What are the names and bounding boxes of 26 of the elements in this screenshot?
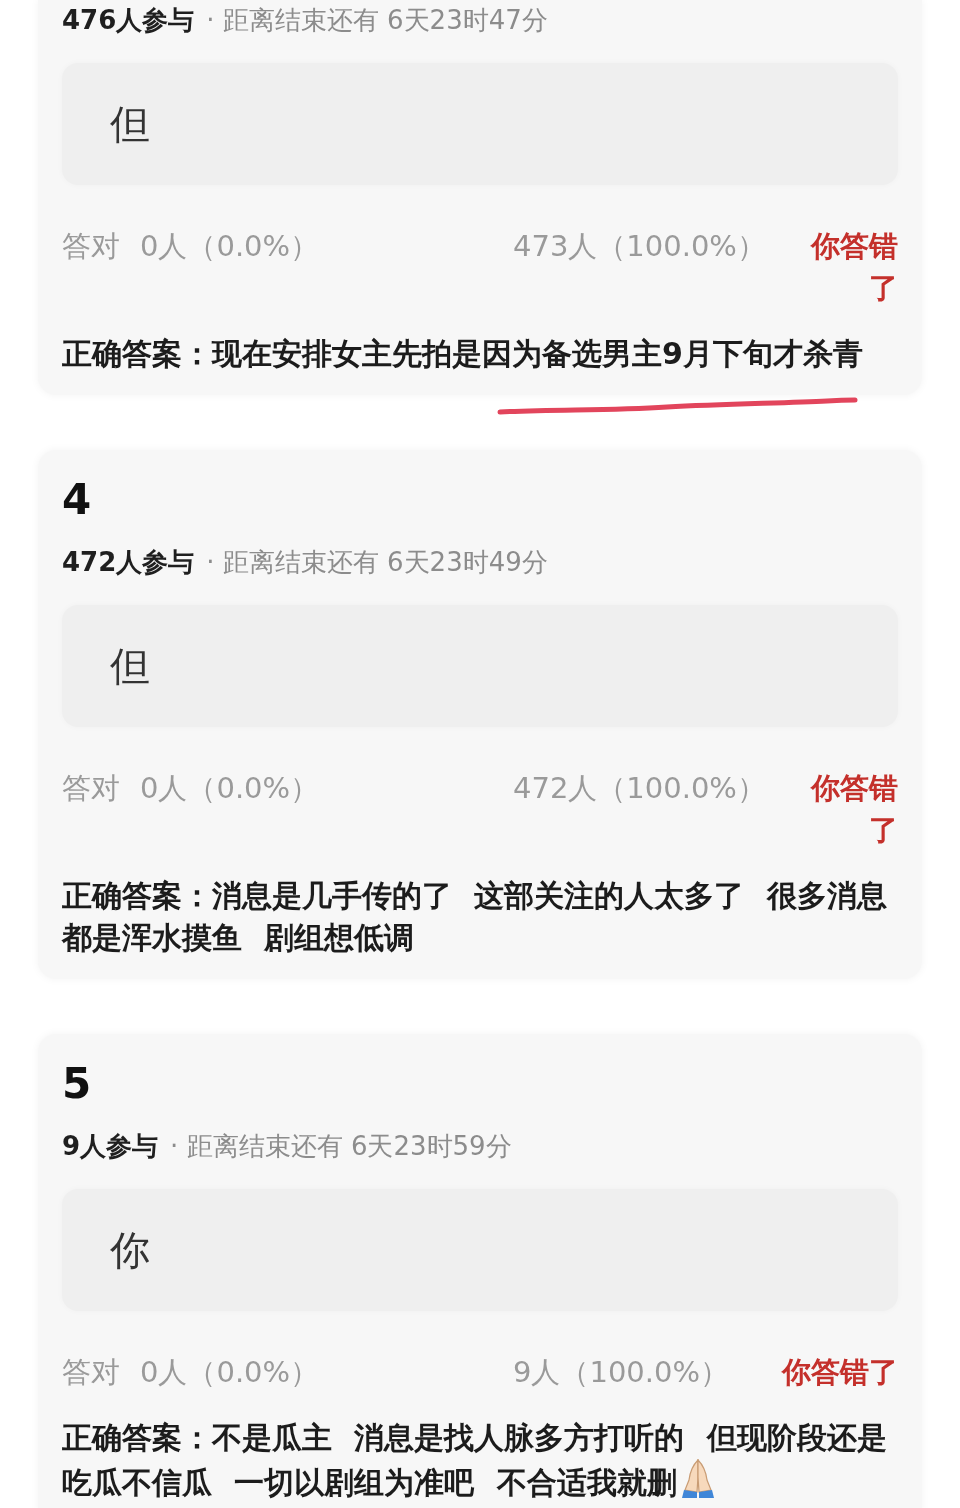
answer-count: 9人（100.0%） (513, 1354, 730, 1391)
verdict-text: 你答错了 (809, 228, 898, 307)
verdict-text: 你答错了 (780, 1354, 898, 1391)
question-number: 5 (62, 1062, 93, 1106)
correct-answer-text: 正确答案：不是瓜主 消息是找人脉多方打听的 但现阶段还是吃瓜不信瓜 一切以剧组为准吧 不合适我就删 (62, 1420, 887, 1500)
answer-option: 你 (62, 1189, 898, 1311)
answer-option: 但 (62, 63, 898, 185)
correct-count: 0人（0.0%） (140, 228, 320, 265)
answer-count: 473人（100.0%） (513, 228, 766, 265)
participant-count: 472人参与 (62, 546, 195, 579)
correct-answer-text: 正确答案：消息是几手传的了 这部关注的人太多了 很多消息都是浑水摸鱼 剧组想低调 (62, 878, 887, 955)
answer-option: 但 (62, 605, 898, 727)
participant-count: 9人参与 (62, 1130, 159, 1163)
correct-count: 0人（0.0%） (140, 770, 320, 807)
participant-count: 476人参与 (62, 4, 195, 37)
deadline-text: · 距离结束还有 6天23时59分 (170, 1130, 512, 1163)
verdict-text: 你答错了 (809, 770, 898, 849)
correct-count: 0人（0.0%） (140, 1354, 320, 1391)
correct-label: 答对 (62, 1354, 120, 1391)
question-number: 4 (62, 478, 93, 522)
correct-label: 答对 (62, 770, 120, 807)
deadline-text: · 距离结束还有 6天23时49分 (206, 546, 548, 579)
correct-answer-text: 正确答案：现在安排女主先拍是因为备选男主9月下旬才杀青 (62, 336, 863, 371)
answer-count: 472人（100.0%） (513, 770, 766, 807)
correct-label: 答对 (62, 228, 120, 265)
deadline-text: · 距离结束还有 6天23时47分 (206, 4, 548, 37)
